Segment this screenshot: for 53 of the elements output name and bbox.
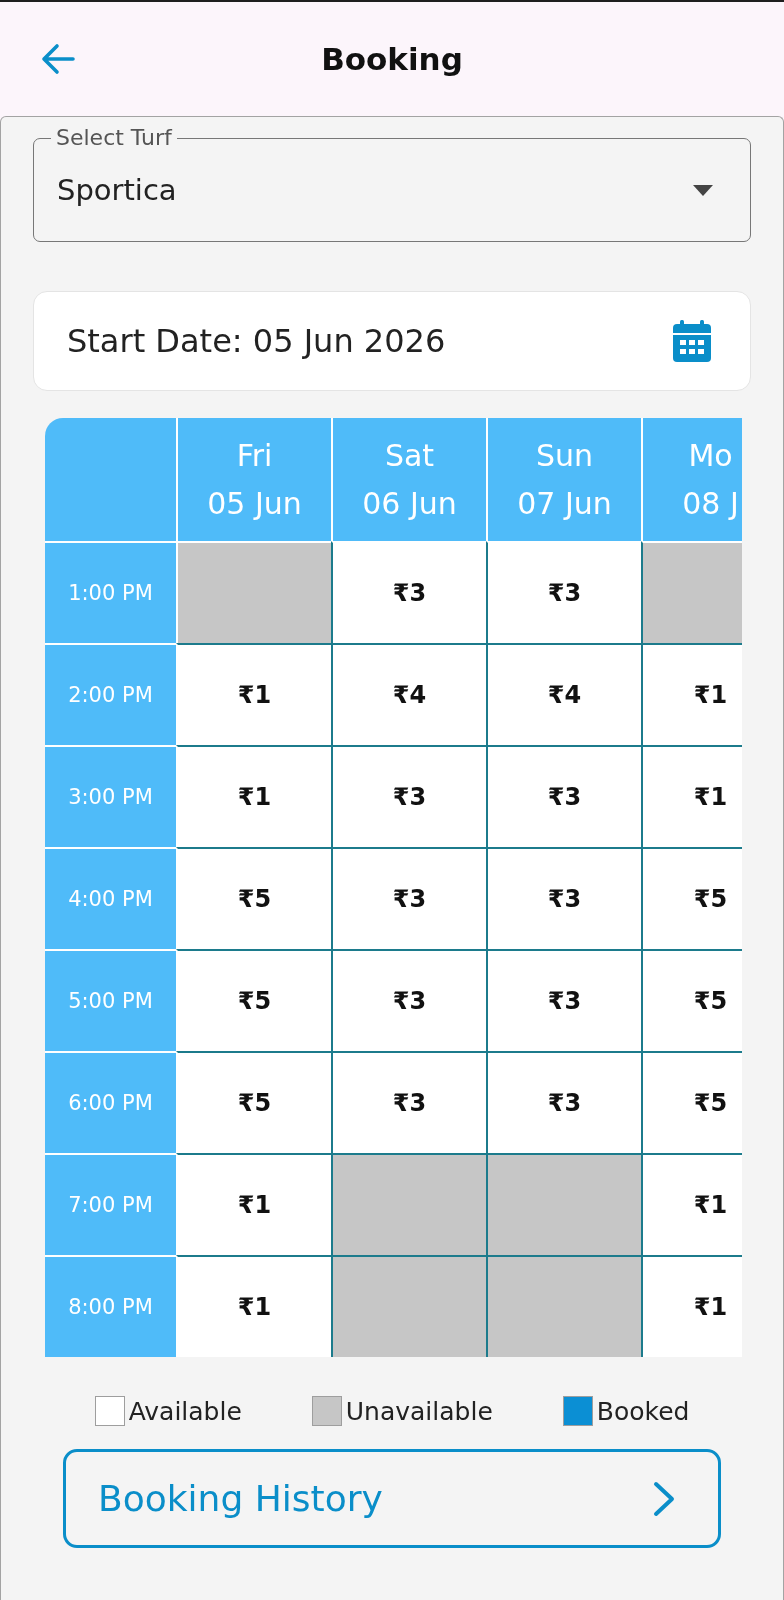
- slot-cell[interactable]: ₹1: [641, 745, 742, 847]
- legend-label: Available: [128, 1396, 242, 1426]
- slot-cell[interactable]: ₹1: [176, 1153, 331, 1255]
- slot-cell[interactable]: ₹1: [641, 1255, 742, 1357]
- time-cell: 6:00 PM: [45, 1051, 176, 1153]
- legend-label: Unavailable: [345, 1396, 493, 1426]
- day-label: Mo: [688, 436, 733, 475]
- slot-cell[interactable]: ₹5: [176, 847, 331, 949]
- slot-cell[interactable]: ₹3: [486, 949, 641, 1051]
- slot-cell[interactable]: ₹1: [641, 1153, 742, 1255]
- slot-cell[interactable]: ₹1: [176, 643, 331, 745]
- date-label: 08 J: [682, 484, 739, 523]
- caret-icon[interactable]: [693, 184, 713, 196]
- time-cell: 8:00 PM: [45, 1255, 176, 1357]
- calendar-icon[interactable]: [673, 320, 711, 362]
- time-cell: 5:00 PM: [45, 949, 176, 1051]
- date-card[interactable]: Start Date: 05 Jun 2026: [33, 291, 751, 391]
- date-label: 07 Jun: [517, 484, 612, 523]
- slot-cell[interactable]: ₹3: [331, 847, 486, 949]
- slot-cell[interactable]: ₹3: [331, 745, 486, 847]
- chevron-right-icon: [652, 1480, 676, 1517]
- slot-cell[interactable]: ₹5: [176, 1051, 331, 1153]
- slot-cell[interactable]: ₹1: [641, 643, 742, 745]
- time-cell: 4:00 PM: [45, 847, 176, 949]
- time-cell: 3:00 PM: [45, 745, 176, 847]
- turf-dropdown[interactable]: Select Turf Sportica: [33, 126, 751, 242]
- slot-cell[interactable]: ₹3: [486, 541, 641, 643]
- slot-cell[interactable]: ₹3: [331, 1051, 486, 1153]
- time-cell: 7:00 PM: [45, 1153, 176, 1255]
- page-title: Booking: [321, 40, 463, 79]
- day-label: Fri: [236, 436, 273, 475]
- slot-cell[interactable]: ₹3: [486, 745, 641, 847]
- day-label: Sun: [535, 436, 594, 475]
- slot-cell[interactable]: ₹3: [486, 1051, 641, 1153]
- back-arrow-icon[interactable]: [41, 43, 75, 75]
- slot-cell[interactable]: ₹4: [331, 643, 486, 745]
- slot-cell[interactable]: ₹5: [641, 1051, 742, 1153]
- slot-cell[interactable]: ₹5: [176, 949, 331, 1051]
- time-cell: 1:00 PM: [45, 541, 176, 643]
- slot-cell[interactable]: ₹1: [176, 745, 331, 847]
- slot-cell[interactable]: ₹1: [176, 1255, 331, 1357]
- slot-cell[interactable]: ₹5: [641, 847, 742, 949]
- time-cell: 2:00 PM: [45, 643, 176, 745]
- slot-cell[interactable]: ₹3: [486, 847, 641, 949]
- date-label: 06 Jun: [362, 484, 457, 523]
- slot-cell[interactable]: ₹4: [486, 643, 641, 745]
- slot-cell[interactable]: ₹5: [641, 949, 742, 1051]
- slot-cell[interactable]: ₹3: [331, 541, 486, 643]
- slot-cell[interactable]: ₹3: [331, 949, 486, 1051]
- start-date-text: Start Date: 05 Jun 2026: [67, 322, 446, 360]
- legend-label: Booked: [596, 1396, 690, 1426]
- date-label: 05 Jun: [207, 484, 302, 523]
- day-label: Sat: [384, 436, 435, 475]
